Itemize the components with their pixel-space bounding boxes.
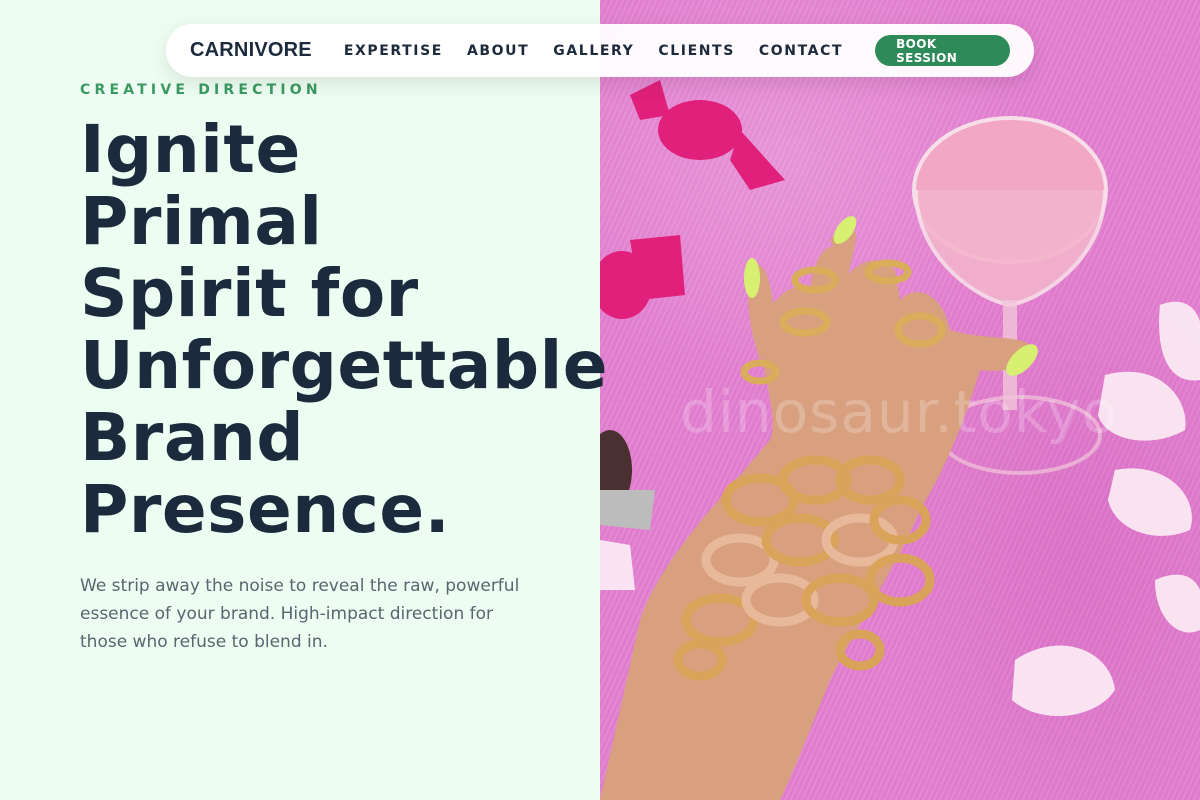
headline-line: Primal <box>80 183 323 260</box>
candy-left <box>600 235 685 319</box>
eyebrow-label: CREATIVE DIRECTION <box>80 82 322 98</box>
headline-line: Ignite <box>80 111 301 188</box>
headline-line: Unforgettable <box>80 327 608 404</box>
nav-link-expertise[interactable]: EXPERTISE <box>344 43 443 59</box>
hero-description: We strip away the noise to reveal the ra… <box>80 576 520 652</box>
nav-link-gallery[interactable]: GALLERY <box>553 43 634 59</box>
headline-line: Brand <box>80 399 305 476</box>
chocolate-wrapper <box>600 430 655 530</box>
nav-links: EXPERTISE ABOUT GALLERY CLIENTS CONTACT <box>344 43 867 59</box>
hero-headline: Ignite Primal Spirit for Unforgettable B… <box>80 114 608 546</box>
candy-top <box>630 80 785 190</box>
watermark: dinosaur.tokyo <box>680 378 1119 446</box>
nav-link-about[interactable]: ABOUT <box>467 43 529 59</box>
headline-line: Spirit for <box>80 255 419 332</box>
headline-line: Presence. <box>80 471 451 548</box>
brand-logo[interactable]: CARNIVORE <box>190 39 312 62</box>
nav-link-contact[interactable]: CONTACT <box>759 43 843 59</box>
nav-link-clients[interactable]: CLIENTS <box>658 43 735 59</box>
book-session-button[interactable]: BOOK SESSION <box>875 35 1010 66</box>
top-navigation: CARNIVORE EXPERTISE ABOUT GALLERY CLIENT… <box>166 24 1034 77</box>
